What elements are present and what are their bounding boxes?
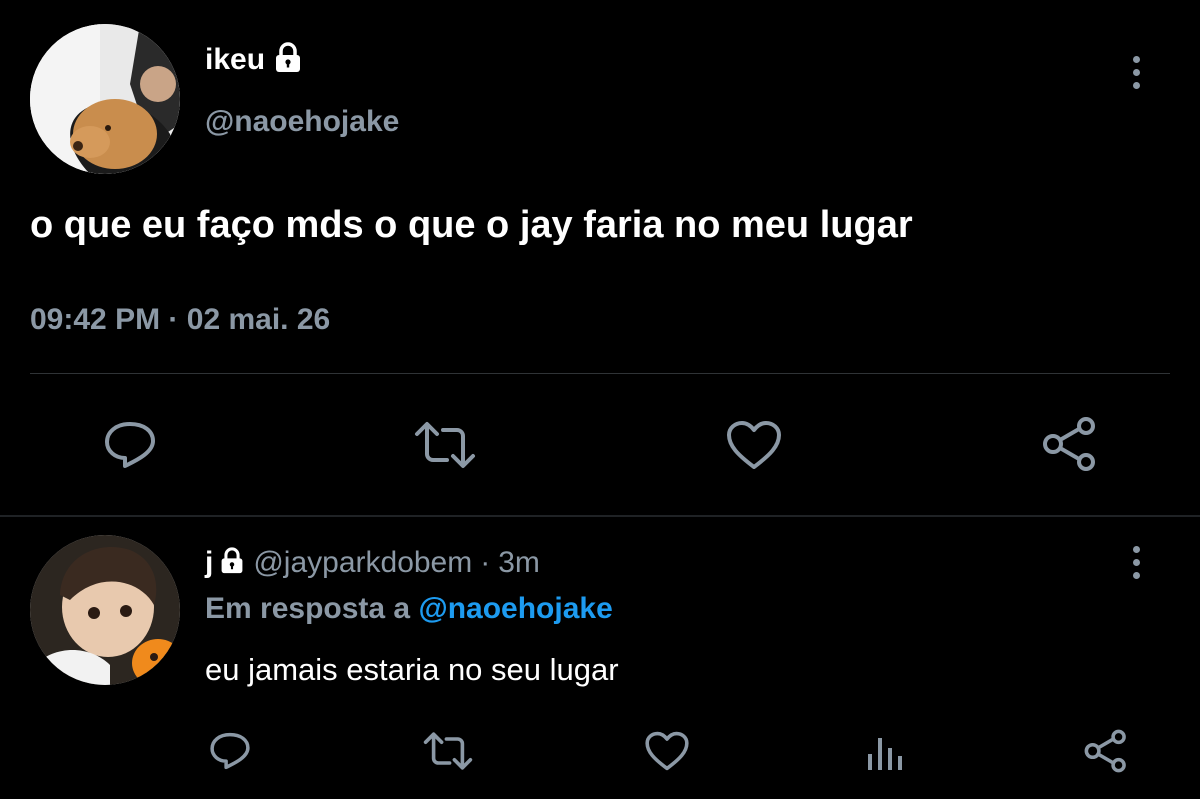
reply-author-avatar[interactable] — [30, 535, 180, 685]
reply-reply-button[interactable] — [205, 728, 255, 774]
in-reply-to: Em resposta a @naoehojake — [205, 592, 613, 626]
author-avatar[interactable] — [30, 24, 180, 174]
retweet-icon — [415, 422, 475, 468]
reply-author-handle[interactable]: @jayparkdobem — [253, 546, 472, 580]
reply-icon — [210, 732, 250, 770]
reply-analytics-button[interactable] — [860, 730, 910, 774]
reply-prefix: Em resposta a — [205, 592, 411, 625]
tweet-divider — [30, 373, 1170, 374]
lock-icon — [273, 41, 303, 79]
section-separator — [0, 515, 1200, 517]
timestamp-separator: · — [168, 303, 179, 336]
reply-to-link[interactable]: @naoehojake — [418, 592, 612, 625]
reply-avatar-photo — [30, 535, 180, 685]
retweet-button[interactable] — [410, 415, 480, 475]
retweet-icon — [423, 732, 473, 770]
tweet-timestamp: 09:42 PM · 02 mai. 26 — [30, 303, 330, 337]
reply-age: 3m — [498, 546, 540, 579]
like-icon — [727, 421, 781, 469]
reply-button[interactable] — [100, 415, 160, 475]
reply-text: eu jamais estaria no seu lugar — [205, 652, 619, 687]
reply-more-options-icon[interactable] — [1133, 546, 1143, 585]
author-handle[interactable]: @naoehojake — [205, 105, 399, 139]
reply-separator: · — [480, 546, 491, 579]
reply-icon — [105, 422, 155, 468]
share-button[interactable] — [1038, 413, 1102, 475]
like-icon — [645, 731, 689, 771]
reply-retweet-button[interactable] — [418, 728, 478, 774]
author-name[interactable]: ikeu — [205, 43, 265, 77]
share-icon — [1084, 729, 1126, 773]
reply-share-button[interactable] — [1080, 726, 1132, 776]
tweet-time: 09:42 PM — [30, 303, 161, 336]
like-button[interactable] — [722, 415, 786, 475]
analytics-icon — [868, 738, 902, 770]
reply-like-button[interactable] — [640, 728, 694, 774]
share-icon — [1043, 417, 1095, 471]
more-options-icon[interactable] — [1133, 56, 1143, 95]
reply-author-name[interactable]: j — [205, 546, 213, 580]
avatar-photo — [30, 24, 180, 174]
tweet-text: o que eu faço mds o que o jay faria no m… — [30, 204, 913, 246]
lock-icon — [219, 546, 245, 580]
tweet-date: 02 mai. 26 — [186, 303, 331, 336]
